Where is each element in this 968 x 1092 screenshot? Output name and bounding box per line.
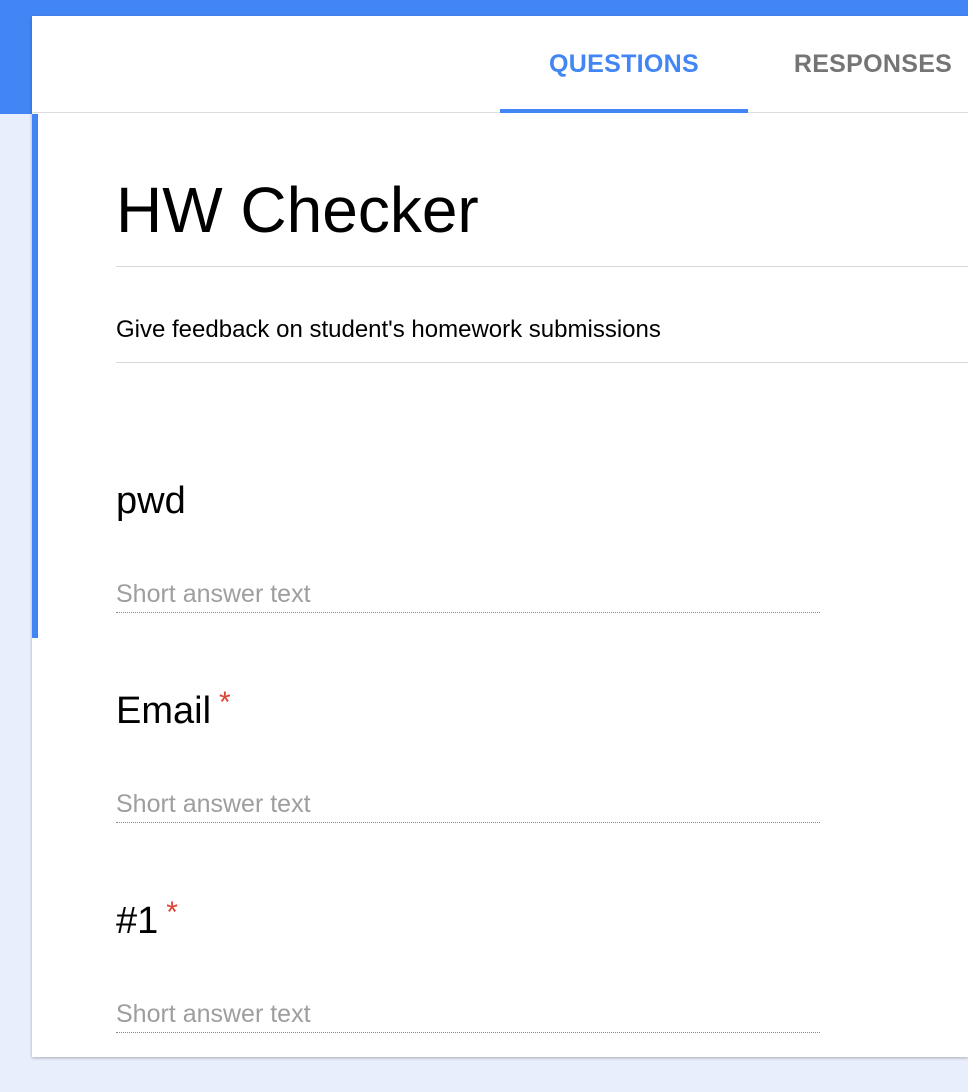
title-underline (116, 266, 968, 267)
description-underline (116, 362, 968, 363)
question-title-text: #1 (116, 900, 159, 942)
tab-bar: QUESTIONS RESPONSES (32, 16, 968, 113)
form-title[interactable]: HW Checker (116, 178, 479, 242)
tab-responses[interactable]: RESPONSES (788, 16, 958, 112)
question-1[interactable]: #1 * Short answer text (116, 898, 820, 1033)
question-title: Email * (116, 688, 820, 732)
short-answer-field[interactable]: Short answer text (116, 996, 820, 1033)
short-answer-field[interactable]: Short answer text (116, 576, 820, 613)
form-editor-card: QUESTIONS RESPONSES HW Checker Give feed… (32, 16, 968, 1057)
question-title: pwd (116, 482, 820, 520)
question-email[interactable]: Email * Short answer text (116, 688, 820, 823)
question-title-text: pwd (116, 480, 186, 522)
form-description[interactable]: Give feedback on student's homework subm… (116, 318, 661, 342)
required-asterisk: * (166, 896, 178, 929)
question-title: #1 * (116, 898, 820, 942)
question-pwd[interactable]: pwd Short answer text (116, 482, 820, 613)
tab-questions[interactable]: QUESTIONS (500, 16, 748, 113)
selected-section-indicator (32, 114, 38, 638)
short-answer-field[interactable]: Short answer text (116, 786, 820, 823)
required-asterisk: * (219, 686, 231, 719)
question-title-text: Email (116, 690, 212, 732)
